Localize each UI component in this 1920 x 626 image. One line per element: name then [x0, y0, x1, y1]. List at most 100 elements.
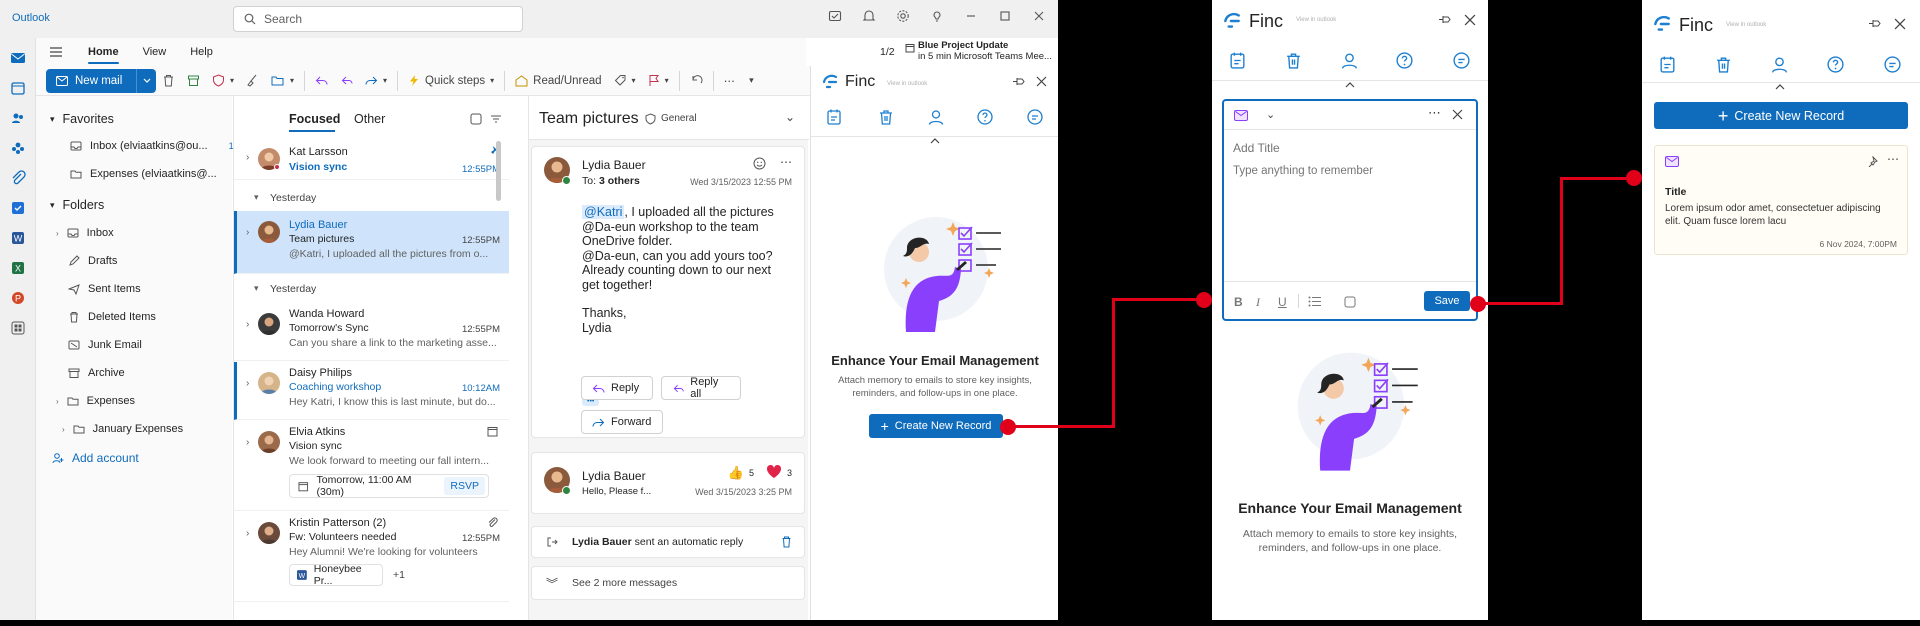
more-attachments[interactable]: +1: [393, 569, 405, 581]
checkbox-icon[interactable]: [1344, 296, 1356, 308]
folder-sent[interactable]: Sent Items: [68, 283, 141, 295]
new-mail-button[interactable]: New mail: [46, 68, 156, 93]
word-icon[interactable]: W: [10, 230, 26, 246]
more-options-icon[interactable]: ⋯: [780, 155, 792, 169]
notes-icon[interactable]: [825, 108, 845, 128]
quick-steps-button[interactable]: Quick steps ▾: [402, 69, 500, 93]
message-row[interactable]: › Wanda Howard Tomorrow's Sync 12:55PM C…: [234, 303, 509, 361]
forward-button[interactable]: Forward: [581, 410, 663, 434]
bold-button[interactable]: B: [1234, 295, 1243, 309]
auto-reply-row[interactable]: Lydia Bauer sent an automatic reply: [531, 526, 805, 558]
to-recipients[interactable]: 3 others: [599, 175, 640, 187]
close-icon[interactable]: [1894, 18, 1906, 30]
folder-inbox[interactable]: › Inbox: [56, 227, 114, 239]
record-card[interactable]: ⋯ Title Lorem ipsum odor amet, consectet…: [1654, 145, 1908, 255]
people-icon[interactable]: [10, 110, 26, 126]
powerpoint-icon[interactable]: P: [10, 290, 26, 306]
flag-button[interactable]: ▾: [642, 69, 675, 93]
forward-button[interactable]: ▾: [359, 69, 393, 93]
report-button[interactable]: ▾: [206, 69, 240, 93]
select-icon[interactable]: [470, 113, 482, 125]
archive-button[interactable]: [181, 69, 206, 93]
move-button[interactable]: ▾: [265, 69, 300, 93]
undo-action-button[interactable]: [684, 69, 709, 93]
compose-icon[interactable]: [828, 9, 842, 23]
close-icon[interactable]: [1036, 76, 1047, 87]
user-icon[interactable]: [927, 108, 947, 128]
chat-icon[interactable]: [1883, 55, 1903, 75]
save-button[interactable]: Save: [1424, 291, 1470, 311]
tag-button[interactable]: ▾: [608, 69, 642, 93]
more-options-icon[interactable]: ⋯: [1887, 152, 1899, 166]
folder-deleted[interactable]: Deleted Items: [68, 311, 156, 323]
reply-all-button[interactable]: [334, 69, 359, 93]
close-icon[interactable]: [1452, 109, 1463, 120]
mail-icon[interactable]: [10, 50, 26, 66]
attachment-chip[interactable]: W Honeybee Pr...: [289, 563, 383, 587]
gear-icon[interactable]: [896, 9, 910, 23]
body-input[interactable]: [1233, 165, 1465, 255]
reply-button[interactable]: Reply: [581, 376, 653, 400]
chat-icon[interactable]: [1026, 108, 1046, 128]
sweep-button[interactable]: [240, 69, 265, 93]
notes-icon[interactable]: [1658, 55, 1678, 75]
close-icon[interactable]: [1032, 9, 1046, 23]
underline-button[interactable]: U: [1278, 295, 1287, 309]
pin-icon[interactable]: [1868, 18, 1881, 29]
folder-drafts[interactable]: Drafts: [68, 255, 117, 267]
favorites-header[interactable]: ▾ Favorites: [50, 112, 114, 126]
event-card[interactable]: Tomorrow, 11:00 AM (30m) RSVP: [289, 474, 489, 498]
tab-home[interactable]: Home: [76, 38, 131, 66]
favorite-inbox[interactable]: Inbox (elviaatkins@ou... 11: [70, 140, 238, 152]
chevron-down-icon[interactable]: ▾: [254, 192, 259, 203]
read-unread-button[interactable]: Read/Unread: [509, 69, 607, 93]
chevron-up-icon[interactable]: [1344, 81, 1356, 89]
help-icon[interactable]: [1395, 51, 1415, 71]
lightbulb-icon[interactable]: [930, 9, 944, 23]
maximize-icon[interactable]: [998, 9, 1012, 23]
todo-icon[interactable]: [10, 200, 26, 216]
folder-archive[interactable]: Archive: [68, 367, 125, 379]
tab-help[interactable]: Help: [178, 38, 225, 66]
folder-expenses[interactable]: › Expenses: [56, 395, 135, 407]
undo-button[interactable]: [309, 69, 334, 93]
view-in-outlook-link[interactable]: View in outlook: [1296, 17, 1336, 23]
chevron-down-icon[interactable]: [136, 68, 156, 93]
user-icon[interactable]: [1770, 55, 1790, 75]
minimize-icon[interactable]: [964, 9, 978, 23]
add-account-link[interactable]: Add account: [52, 451, 139, 465]
rsvp-button[interactable]: RSVP: [444, 477, 485, 495]
message-row[interactable]: › Kat Larsson Vision sync 12:55PM: [234, 140, 509, 180]
create-new-record-button[interactable]: + Create New Record: [1654, 102, 1908, 129]
chevron-up-icon[interactable]: [1774, 83, 1786, 91]
title-input[interactable]: [1233, 139, 1463, 157]
user-icon[interactable]: [1340, 51, 1360, 71]
apps-icon[interactable]: [10, 320, 26, 336]
trash-icon[interactable]: [781, 536, 792, 548]
delete-button[interactable]: [156, 69, 181, 93]
thumbs-up-icon[interactable]: 👍: [728, 465, 744, 481]
help-icon[interactable]: [976, 108, 996, 128]
chevron-down-icon[interactable]: ▾: [254, 283, 259, 294]
more-options-icon[interactable]: ⋯: [1428, 105, 1441, 121]
chevron-down-icon[interactable]: ⌄: [1266, 108, 1275, 121]
search-input[interactable]: Search: [233, 6, 523, 32]
view-in-outlook-link[interactable]: View in outlook: [887, 81, 927, 87]
italic-button[interactable]: I: [1256, 295, 1260, 310]
ribbon-collapse-button[interactable]: ▾: [743, 69, 760, 93]
heart-icon[interactable]: [766, 464, 782, 479]
tab-view[interactable]: View: [131, 38, 179, 66]
help-icon[interactable]: [1826, 55, 1846, 75]
email-card-collapsed[interactable]: Lydia Bauer Hello, Please f... 👍 5 3 Wed…: [531, 452, 805, 514]
hamburger-icon[interactable]: [36, 46, 76, 58]
groups-icon[interactable]: [10, 140, 26, 156]
chat-icon[interactable]: [1452, 51, 1472, 71]
scrollbar[interactable]: [496, 141, 501, 201]
folder-junk[interactable]: Junk Email: [68, 339, 142, 351]
filter-icon[interactable]: [490, 113, 502, 125]
bell-icon[interactable]: [862, 9, 876, 23]
tab-other[interactable]: Other: [354, 112, 385, 126]
notes-icon[interactable]: [1228, 51, 1248, 71]
message-row[interactable]: › Daisy Philips Coaching workshop 10:12A…: [234, 362, 509, 420]
mention[interactable]: @Katri: [582, 205, 625, 219]
